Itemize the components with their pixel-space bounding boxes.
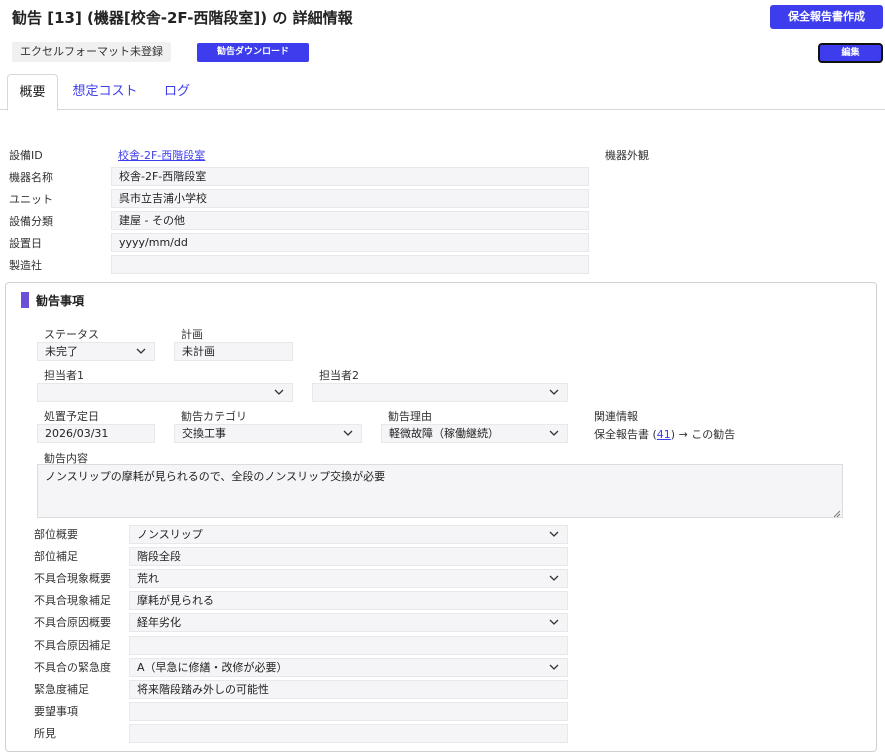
equipment-name-label: 機器名称	[9, 171, 53, 184]
detail-select[interactable]: 荒れ	[129, 569, 568, 588]
detail-label: 不具合原因補足	[34, 639, 111, 652]
chevron-down-icon	[343, 428, 353, 438]
edit-button[interactable]: 編集	[818, 43, 883, 63]
chevron-down-icon	[274, 387, 284, 397]
detail-field[interactable]: 階段全段	[129, 547, 568, 566]
chevron-down-icon	[549, 662, 559, 672]
section-marker	[21, 292, 29, 308]
related-info: 保全報告書 (41) → この勧告	[594, 426, 735, 442]
tab-overview[interactable]: 概要	[7, 74, 58, 111]
due-date-input[interactable]: 2026/03/31	[37, 424, 155, 443]
equipment-id-value[interactable]: 校舎-2F-西階段室	[118, 149, 205, 162]
excel-status-badge: エクセルフォーマット未登録	[12, 42, 171, 62]
content-textarea[interactable]: ノンスリップの摩耗が見られるので、全段のノンスリップ交換が必要	[37, 464, 843, 518]
assignee1-label: 担当者1	[44, 369, 84, 382]
install-date-field: yyyy/mm/dd	[111, 233, 589, 252]
status-value: 未完了	[45, 345, 78, 358]
page-title: 勧告 [13] (機器[校舎-2F-西階段室]) の 詳細情報	[12, 9, 353, 27]
chevron-down-icon	[549, 387, 559, 397]
assignee1-select[interactable]	[37, 383, 293, 402]
unit-field: 呉市立吉浦小学校	[111, 189, 589, 208]
unit-label: ユニット	[9, 193, 53, 206]
detail-label: 所見	[34, 727, 56, 740]
chevron-down-icon	[549, 617, 559, 627]
detail-field[interactable]	[129, 702, 568, 721]
detail-label: 緊急度補足	[34, 683, 89, 696]
equipment-id-link[interactable]: 校舎-2F-西階段室	[118, 147, 205, 163]
install-date-label: 設置日	[9, 237, 42, 250]
equipment-name-field: 校舎-2F-西階段室	[111, 167, 589, 186]
resize-handle-icon[interactable]	[833, 508, 841, 518]
download-button[interactable]: 勧告ダウンロード	[197, 43, 309, 62]
status-select[interactable]: 未完了	[37, 342, 155, 361]
category-label: 設備分類	[9, 215, 53, 228]
rec-category-value: 交換工事	[182, 427, 226, 440]
tab-bar: 概要 想定コスト ログ	[0, 74, 885, 111]
chevron-down-icon	[136, 346, 146, 356]
detail-label: 要望事項	[34, 705, 78, 718]
section-title: 勧告事項	[36, 294, 85, 308]
related-report-link[interactable]: 41	[657, 428, 671, 441]
detail-value: 摩耗が見られる	[137, 594, 214, 607]
chevron-down-icon	[549, 573, 559, 583]
detail-label: 部位概要	[34, 528, 78, 541]
reason-select[interactable]: 軽微故障（稼働継続）	[381, 424, 568, 443]
assignee2-label: 担当者2	[319, 369, 359, 382]
detail-select[interactable]: 経年劣化	[129, 613, 568, 632]
content-value: ノンスリップの摩耗が見られるので、全段のノンスリップ交換が必要	[45, 470, 386, 483]
chevron-down-icon	[549, 529, 559, 539]
rec-category-label: 勧告カテゴリ	[181, 410, 247, 423]
detail-label: 部位補足	[34, 550, 78, 563]
due-date-label: 処置予定日	[44, 410, 99, 423]
detail-label: 不具合現象補足	[34, 594, 111, 607]
detail-select[interactable]: ノンスリップ	[129, 525, 568, 544]
detail-value: ノンスリップ	[137, 528, 203, 541]
detail-value: 階段全段	[137, 550, 181, 563]
detail-value: 荒れ	[137, 572, 159, 585]
rec-category-select[interactable]: 交換工事	[174, 424, 362, 443]
tab-estimated-cost[interactable]: 想定コスト	[64, 74, 146, 110]
detail-value: 経年劣化	[137, 616, 181, 629]
related-suffix: ) → この勧告	[670, 428, 736, 441]
detail-field[interactable]: 摩耗が見られる	[129, 591, 568, 610]
detail-label: 不具合の緊急度	[34, 661, 111, 674]
tab-log[interactable]: ログ	[152, 74, 202, 110]
category-field: 建屋 - その他	[111, 211, 589, 230]
detail-label: 不具合原因概要	[34, 616, 111, 629]
detail-select[interactable]: A（早急に修繕・改修が必要）	[129, 658, 568, 677]
detail-value: A（早急に修繕・改修が必要）	[137, 661, 288, 674]
plan-field: 未計画	[174, 342, 293, 361]
plan-label: 計画	[181, 328, 203, 341]
appearance-label: 機器外観	[605, 149, 649, 162]
chevron-down-icon	[549, 428, 559, 438]
detail-field[interactable]: 将来階段踏み外しの可能性	[129, 680, 568, 699]
maker-field	[111, 255, 589, 274]
create-report-button[interactable]: 保全報告書作成	[770, 5, 883, 29]
detail-field[interactable]	[129, 636, 568, 655]
detail-value: 将来階段踏み外しの可能性	[137, 683, 269, 696]
maker-label: 製造社	[9, 259, 42, 272]
reason-value: 軽微故障（稼働継続）	[389, 427, 499, 440]
detail-label: 不具合現象概要	[34, 572, 111, 585]
equipment-id-label: 設備ID	[9, 149, 43, 162]
assignee2-select[interactable]	[312, 383, 568, 402]
detail-field[interactable]	[129, 724, 568, 743]
status-label: ステータス	[44, 328, 99, 341]
related-prefix: 保全報告書 (	[594, 428, 657, 441]
reason-label: 勧告理由	[388, 410, 432, 423]
related-label: 関連情報	[594, 410, 638, 423]
